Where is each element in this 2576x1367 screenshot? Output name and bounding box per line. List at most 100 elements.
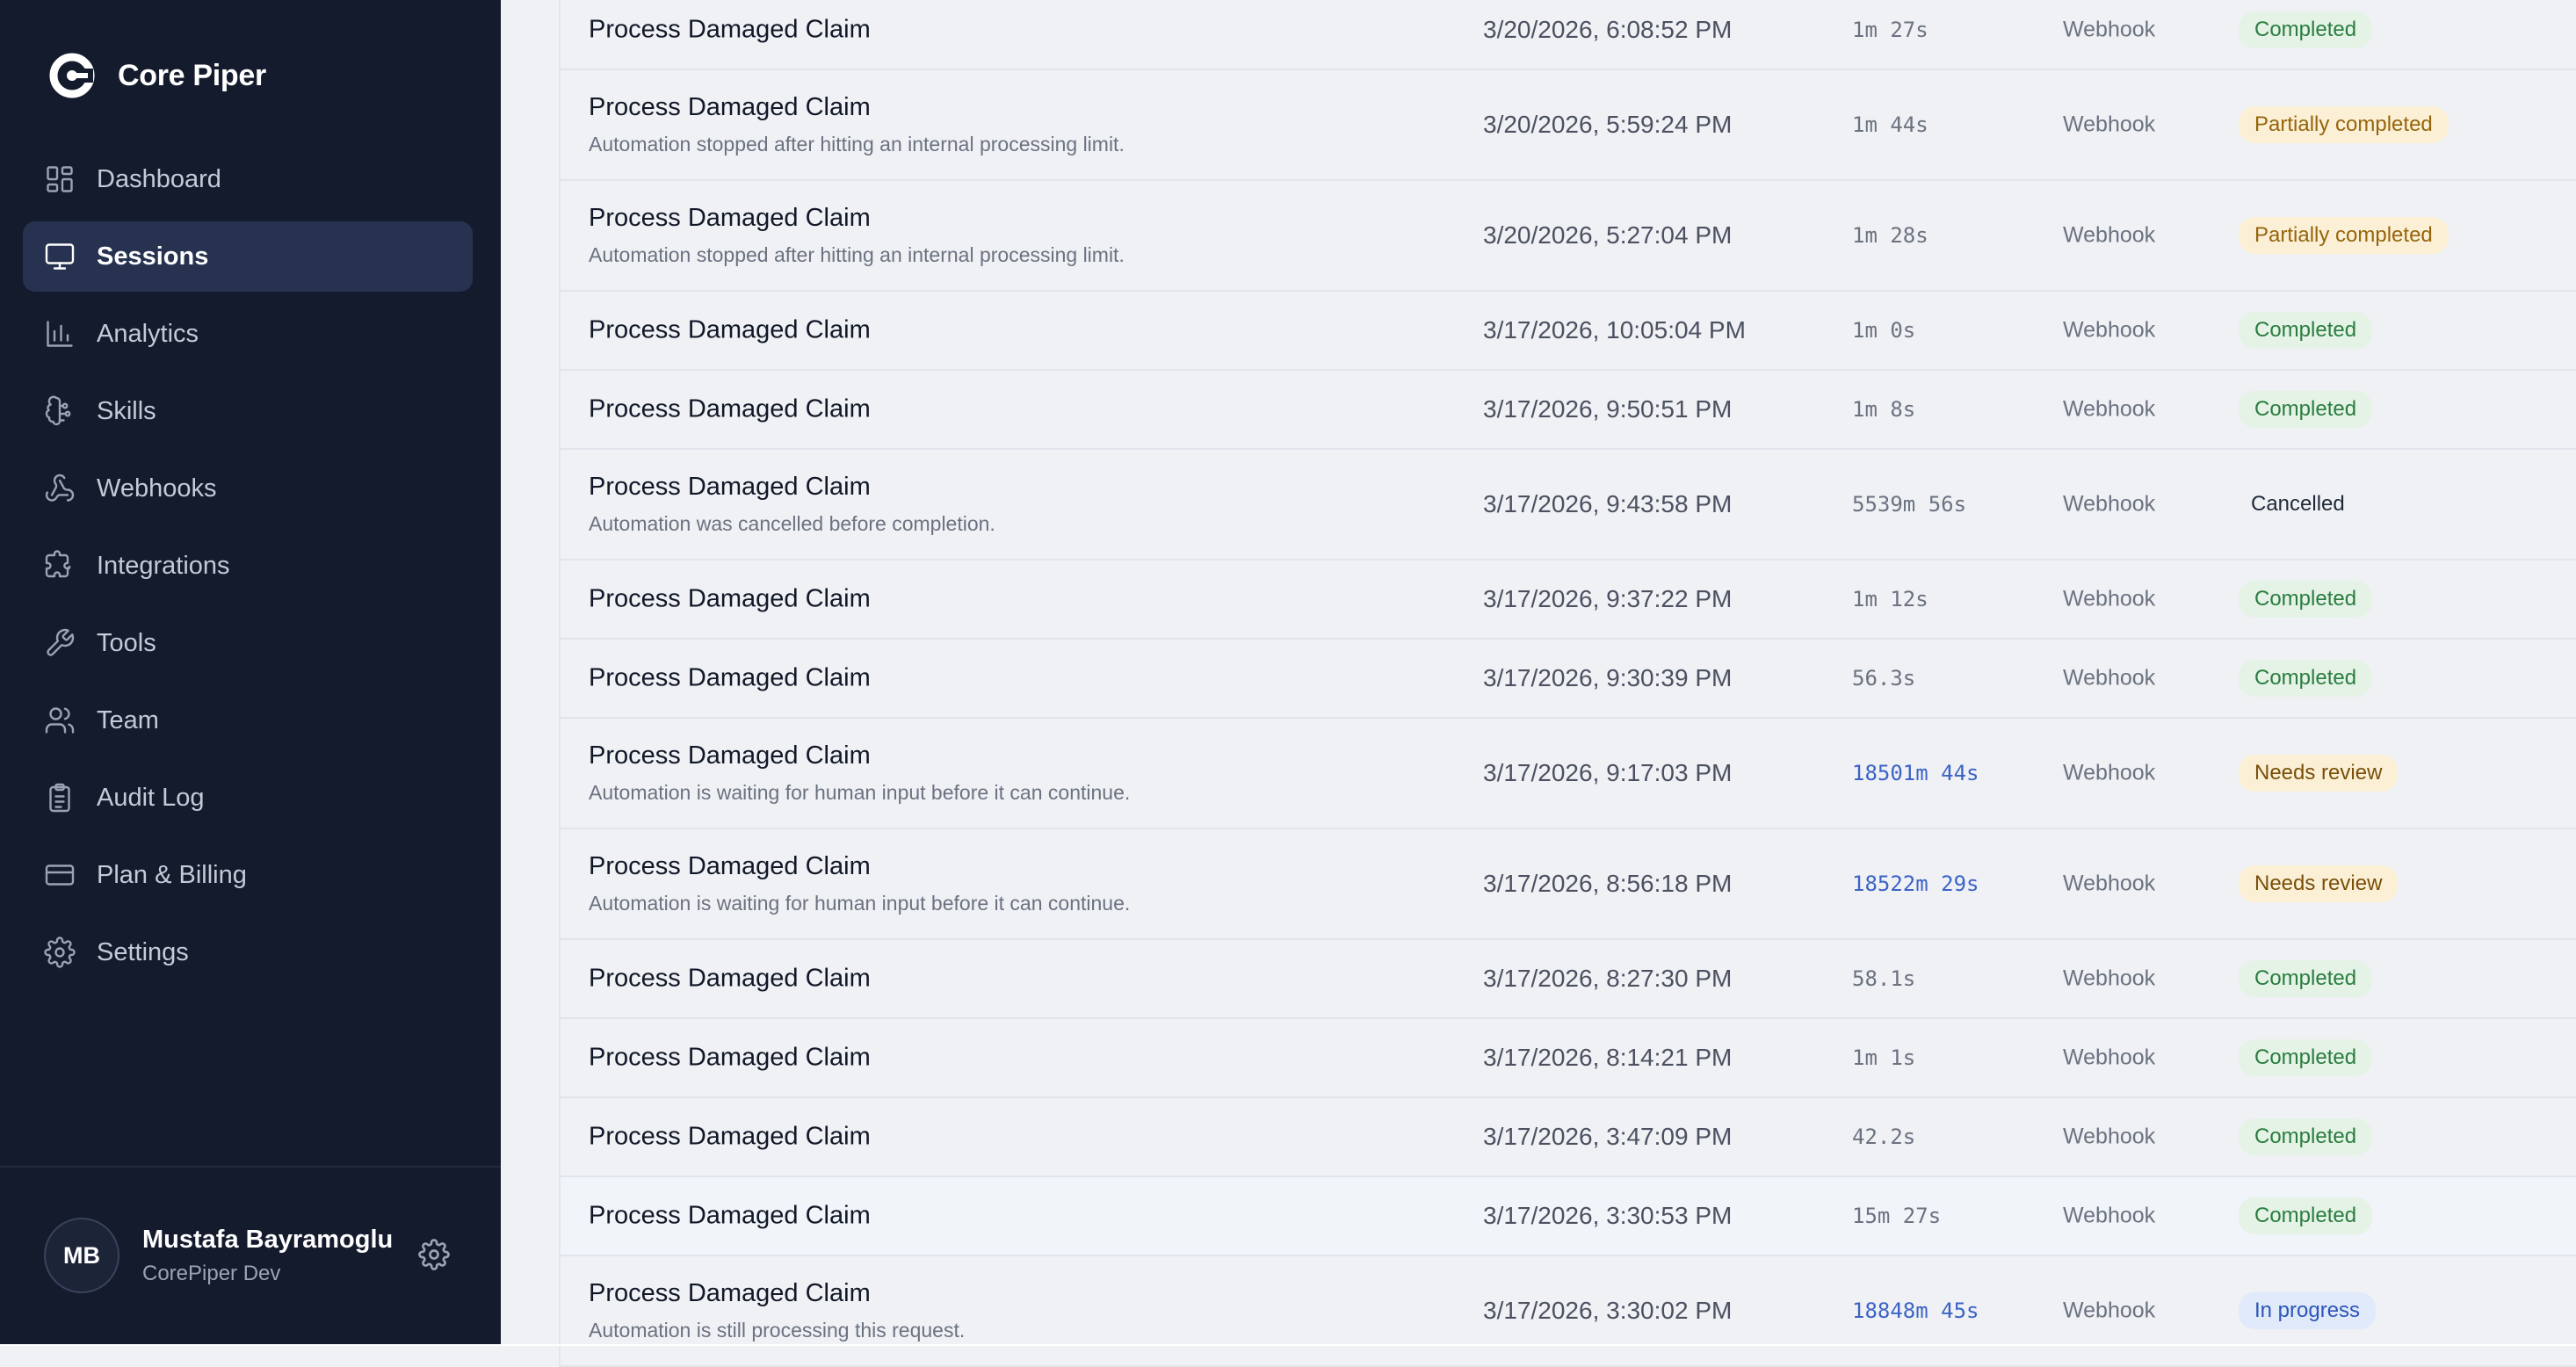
status-cell: Completed bbox=[2239, 960, 2373, 997]
session-duration: 56.3s bbox=[1852, 666, 1916, 691]
user-org: CorePiper Dev bbox=[142, 1261, 281, 1285]
session-description: Automation stopped after hitting an inte… bbox=[589, 133, 1125, 156]
session-date: 3/17/2026, 8:27:30 PM bbox=[1483, 965, 1733, 992]
status-cell: Completed bbox=[2239, 660, 2373, 697]
status-badge: Completed bbox=[2239, 1118, 2373, 1155]
core-piper-logo-icon bbox=[49, 53, 95, 98]
sidebar-item-skills[interactable]: Skills bbox=[23, 376, 473, 446]
session-source: Webhook bbox=[2063, 586, 2156, 611]
sidebar-item-settings[interactable]: Settings bbox=[23, 917, 473, 987]
session-source: Webhook bbox=[2063, 491, 2156, 517]
monitor-icon bbox=[44, 241, 76, 272]
status-badge: Completed bbox=[2239, 1197, 2373, 1234]
table-row[interactable]: Process Damaged Claim Automation was canc… bbox=[561, 450, 2576, 561]
sidebar-nav: Dashboard Sessions Analytics Skills Webhooks… bbox=[23, 144, 473, 995]
status-cell: In progress bbox=[2239, 1292, 2377, 1329]
user-profile[interactable]: MB Mustafa Bayramoglu CorePiper Dev bbox=[44, 1216, 466, 1295]
session-duration: 1m 27s bbox=[1852, 18, 1928, 42]
session-source: Webhook bbox=[2063, 317, 2156, 343]
table-row[interactable]: Process Damaged Claim 3/17/2026, 3:47:09 … bbox=[561, 1098, 2576, 1177]
sidebar-item-integrations[interactable]: Integrations bbox=[23, 531, 473, 601]
session-source: Webhook bbox=[2063, 222, 2156, 248]
session-source: Webhook bbox=[2063, 966, 2156, 991]
sidebar-item-label: Webhooks bbox=[97, 474, 217, 503]
sessions-table: Process Damaged Claim 3/20/2026, 6:08:52 … bbox=[559, 0, 2576, 1367]
session-name-cell: Process Damaged Claim Automation was canc… bbox=[589, 473, 995, 536]
sidebar-item-plan-billing[interactable]: Plan & Billing bbox=[23, 840, 473, 910]
session-source: Webhook bbox=[2063, 1203, 2156, 1228]
session-source: Webhook bbox=[2063, 17, 2156, 42]
table-row[interactable]: Process Damaged Claim Automation is still… bbox=[561, 1256, 2576, 1367]
status-badge: Needs review bbox=[2239, 865, 2399, 902]
session-name-cell: Process Damaged Claim Automation is waiti… bbox=[589, 852, 1130, 915]
session-duration: 1m 12s bbox=[1852, 587, 1928, 611]
session-date: 3/17/2026, 3:47:09 PM bbox=[1483, 1123, 1733, 1150]
session-source: Webhook bbox=[2063, 665, 2156, 691]
session-name: Process Damaged Claim bbox=[589, 204, 871, 232]
session-name: Process Damaged Claim bbox=[589, 394, 871, 423]
session-name: Process Damaged Claim bbox=[589, 473, 871, 501]
session-name: Process Damaged Claim bbox=[589, 315, 871, 344]
session-name-cell: Process Damaged Claim bbox=[589, 1044, 871, 1073]
session-description: Automation is waiting for human input be… bbox=[589, 892, 1131, 915]
brand[interactable]: Core Piper bbox=[47, 49, 266, 102]
table-row[interactable]: Process Damaged Claim Automation stopped … bbox=[561, 70, 2576, 181]
sidebar-item-audit-log[interactable]: Audit Log bbox=[23, 763, 473, 833]
status-badge: Completed bbox=[2239, 1039, 2373, 1076]
status-cell: Completed bbox=[2239, 312, 2373, 349]
table-row[interactable]: Process Damaged Claim Automation stopped … bbox=[561, 181, 2576, 292]
sidebar-item-dashboard[interactable]: Dashboard bbox=[23, 144, 473, 214]
session-date: 3/17/2026, 9:43:58 PM bbox=[1483, 490, 1733, 517]
sidebar-item-team[interactable]: Team bbox=[23, 685, 473, 756]
table-row[interactable]: Process Damaged Claim 3/17/2026, 3:30:53 … bbox=[561, 1177, 2576, 1256]
session-name-cell: Process Damaged Claim Automation stopped … bbox=[589, 93, 1125, 156]
status-badge: Completed bbox=[2239, 11, 2373, 48]
sidebar-item-tools[interactable]: Tools bbox=[23, 608, 473, 678]
table-row[interactable]: Process Damaged Claim 3/17/2026, 9:37:22 … bbox=[561, 561, 2576, 640]
session-name-cell: Process Damaged Claim bbox=[589, 1202, 871, 1231]
session-duration: 1m 44s bbox=[1852, 112, 1928, 137]
status-badge: Completed bbox=[2239, 960, 2373, 997]
session-description: Automation is still processing this requ… bbox=[589, 1319, 966, 1342]
session-name: Process Damaged Claim bbox=[589, 15, 871, 44]
table-row[interactable]: Process Damaged Claim Automation is waiti… bbox=[561, 829, 2576, 940]
table-row[interactable]: Process Damaged Claim 3/17/2026, 8:14:21 … bbox=[561, 1019, 2576, 1098]
session-source: Webhook bbox=[2063, 760, 2156, 785]
sidebar-item-label: Audit Log bbox=[97, 783, 205, 812]
session-duration: 18501m 44s bbox=[1852, 761, 1979, 785]
status-badge: Completed bbox=[2239, 660, 2373, 697]
status-badge: Partially completed bbox=[2239, 106, 2449, 143]
session-name-cell: Process Damaged Claim Automation is still… bbox=[589, 1279, 965, 1342]
sidebar-item-label: Integrations bbox=[97, 551, 230, 580]
table-row[interactable]: Process Damaged Claim 3/20/2026, 6:08:52 … bbox=[561, 0, 2576, 70]
brand-name: Core Piper bbox=[118, 58, 266, 92]
table-row[interactable]: Process Damaged Claim Automation is waiti… bbox=[561, 719, 2576, 829]
sidebar-item-webhooks[interactable]: Webhooks bbox=[23, 453, 473, 524]
status-badge: Needs review bbox=[2239, 755, 2399, 792]
dashboard-icon bbox=[44, 163, 76, 195]
session-source: Webhook bbox=[2063, 1124, 2156, 1149]
session-name: Process Damaged Claim bbox=[589, 93, 871, 121]
session-name-cell: Process Damaged Claim Automation stopped … bbox=[589, 204, 1125, 267]
bar-chart-icon bbox=[44, 318, 76, 350]
sidebar-item-sessions[interactable]: Sessions bbox=[23, 221, 473, 292]
session-name: Process Damaged Claim bbox=[589, 584, 871, 613]
session-date: 3/17/2026, 8:56:18 PM bbox=[1483, 870, 1733, 897]
table-row[interactable]: Process Damaged Claim 3/17/2026, 8:27:30 … bbox=[561, 940, 2576, 1019]
status-cell: Partially completed bbox=[2239, 106, 2449, 143]
table-row[interactable]: Process Damaged Claim 3/17/2026, 9:50:51 … bbox=[561, 371, 2576, 450]
session-name-cell: Process Damaged Claim bbox=[589, 585, 871, 614]
session-date: 3/17/2026, 8:14:21 PM bbox=[1483, 1044, 1733, 1071]
session-duration: 18522m 29s bbox=[1852, 872, 1979, 896]
sidebar-item-analytics[interactable]: Analytics bbox=[23, 299, 473, 369]
table-row[interactable]: Process Damaged Claim 3/17/2026, 9:30:39 … bbox=[561, 640, 2576, 719]
status-cell: Completed bbox=[2239, 1118, 2373, 1155]
user-settings-gear-icon[interactable] bbox=[418, 1239, 450, 1270]
status-badge: Cancelled bbox=[2251, 492, 2345, 516]
session-name-cell: Process Damaged Claim bbox=[589, 16, 871, 45]
session-duration: 18848m 45s bbox=[1852, 1298, 1979, 1323]
sidebar-item-label: Settings bbox=[97, 937, 189, 966]
session-name-cell: Process Damaged Claim bbox=[589, 664, 871, 693]
session-duration: 58.1s bbox=[1852, 966, 1916, 991]
table-row[interactable]: Process Damaged Claim 3/17/2026, 10:05:04… bbox=[561, 292, 2576, 371]
